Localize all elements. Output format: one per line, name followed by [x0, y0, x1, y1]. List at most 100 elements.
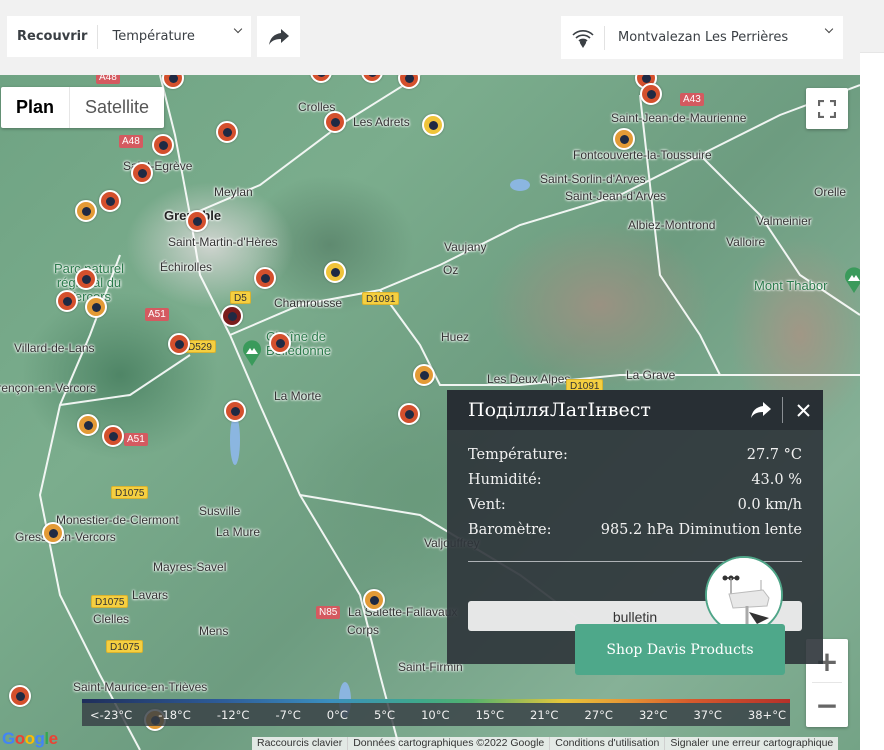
place-label: Orelle [814, 185, 847, 199]
top-toolbar: Recouvrir Température Montvalezan Les Pe… [0, 0, 860, 75]
place-label: Corrençon-en-Vercors [0, 381, 97, 395]
station-marker[interactable] [9, 685, 31, 707]
road-badge: D1075 [106, 640, 144, 653]
marker-dot [48, 528, 58, 538]
place-label: Monestier-de-Clermont [56, 513, 179, 527]
share-arrow-icon [751, 402, 771, 418]
marker-dot [260, 273, 270, 283]
map-type-satellite-button[interactable]: Satellite [70, 87, 164, 128]
station-marker[interactable] [324, 261, 346, 283]
overlay-select-value[interactable]: Température [98, 29, 251, 44]
fullscreen-button[interactable] [806, 88, 848, 129]
station-marker[interactable] [224, 400, 246, 422]
legend-label[interactable]: 38+°C [748, 708, 786, 722]
report-map-error-link[interactable]: Signaler une erreur cartographique [664, 737, 838, 750]
station-marker[interactable] [131, 162, 153, 184]
marker-dot [83, 420, 93, 430]
road-badge: A43 [680, 93, 704, 106]
station-marker[interactable] [56, 290, 78, 312]
station-marker[interactable] [413, 364, 435, 386]
popup-share-button[interactable] [746, 395, 776, 425]
legend-label: 32°C [638, 707, 668, 722]
station-marker[interactable] [269, 332, 291, 354]
place-label: Fontcouverte-la-Toussuire [573, 148, 712, 162]
station-marker[interactable] [221, 305, 243, 327]
place-label: Saint-Maurice-en-Trièves [73, 680, 208, 694]
place-label: Clelles [93, 612, 130, 626]
map-attribution: Raccourcis clavier Données cartographiqu… [252, 737, 839, 750]
marker-dot [404, 409, 414, 419]
place-label: Saint-Sorlin-d'Arves [540, 172, 646, 186]
station-marker[interactable] [152, 134, 174, 156]
marker-dot [222, 127, 232, 137]
station-marker[interactable] [42, 522, 64, 544]
place-label: Oz [443, 263, 459, 277]
close-icon [796, 403, 810, 417]
zoom-divider [812, 682, 842, 683]
overlay-label: Recouvrir [7, 24, 99, 49]
marker-dot [15, 691, 25, 701]
station-marker[interactable] [99, 190, 121, 212]
reading-label: Baromètre: [468, 522, 552, 538]
station-marker[interactable] [168, 333, 190, 355]
place-label: Susville [199, 504, 241, 518]
station-marker[interactable] [77, 414, 99, 436]
legend-label: -12°C [216, 707, 250, 722]
place-label: Valmeinier [756, 214, 812, 228]
reading-barometer: Baromètre: 985.2 hPa Diminution lente [468, 518, 802, 543]
reading-humidity: Humidité: 43.0 % [468, 468, 802, 493]
marker-dot [641, 75, 651, 83]
station-marker[interactable] [613, 128, 635, 150]
marker-dot [619, 134, 629, 144]
terms-of-use-link[interactable]: Conditions d'utilisation [549, 737, 664, 750]
place-label: La Salette-Fallavaux [348, 605, 458, 619]
map-type-plan-button[interactable]: Plan [1, 87, 71, 128]
station-marker[interactable] [363, 589, 385, 611]
station-selector[interactable]: Montvalezan Les Perrières [561, 16, 843, 59]
road-badge: D5 [230, 291, 251, 304]
station-marker[interactable] [102, 425, 124, 447]
station-marker[interactable] [216, 121, 238, 143]
keyboard-shortcuts-link[interactable]: Raccourcis clavier [252, 737, 347, 750]
share-button[interactable] [257, 16, 300, 57]
fullscreen-icon [818, 99, 836, 118]
legend-label: 27°C [584, 707, 613, 722]
google-logo[interactable]: Google [2, 729, 58, 749]
overlay-selector[interactable]: Recouvrir Température [7, 16, 251, 57]
legend-label[interactable]: <-23°C [90, 708, 132, 722]
legend-label: 0°C [326, 707, 348, 722]
legend-label: 21°C [530, 707, 559, 722]
marker-dot [174, 339, 184, 349]
station-marker[interactable] [398, 403, 420, 425]
station-marker[interactable] [324, 111, 346, 133]
station-marker[interactable] [254, 267, 276, 289]
station-marker[interactable] [75, 200, 97, 222]
marker-dot [62, 296, 72, 306]
reading-wind: Vent: 0.0 km/h [468, 493, 802, 518]
station-marker[interactable] [85, 296, 107, 318]
marker-dot [81, 274, 91, 284]
place-label: Lavars [132, 588, 169, 602]
close-button[interactable] [789, 395, 817, 425]
popup-header: ПоділляЛатІнвест [447, 390, 823, 430]
popup-station-title: ПоділляЛатІнвест [468, 399, 651, 421]
station-marker[interactable] [422, 114, 444, 136]
marker-dot [275, 338, 285, 348]
legend-label: -7°C [275, 707, 301, 722]
place-label: Huez [441, 330, 470, 344]
station-marker[interactable] [75, 268, 97, 290]
road-badge: A48 [119, 135, 143, 148]
reading-temperature: Température: 27.7 °C [468, 443, 802, 468]
reading-value: 27.7 °C [746, 447, 802, 463]
place-label: Les Deux Alpes [487, 372, 571, 386]
shop-davis-products-button[interactable]: Shop Davis Products [575, 624, 785, 675]
road-badge: A51 [145, 308, 169, 321]
reading-value: 0.0 km/h [737, 497, 802, 513]
place-label: Gresse-en-Vercors [15, 530, 116, 544]
place-label: Vaujany [444, 240, 487, 254]
station-marker[interactable] [640, 83, 662, 105]
share-arrow-icon [268, 28, 289, 45]
marker-dot [646, 89, 656, 99]
station-marker[interactable] [186, 210, 208, 232]
zoom-out-button[interactable]: − [806, 683, 848, 727]
